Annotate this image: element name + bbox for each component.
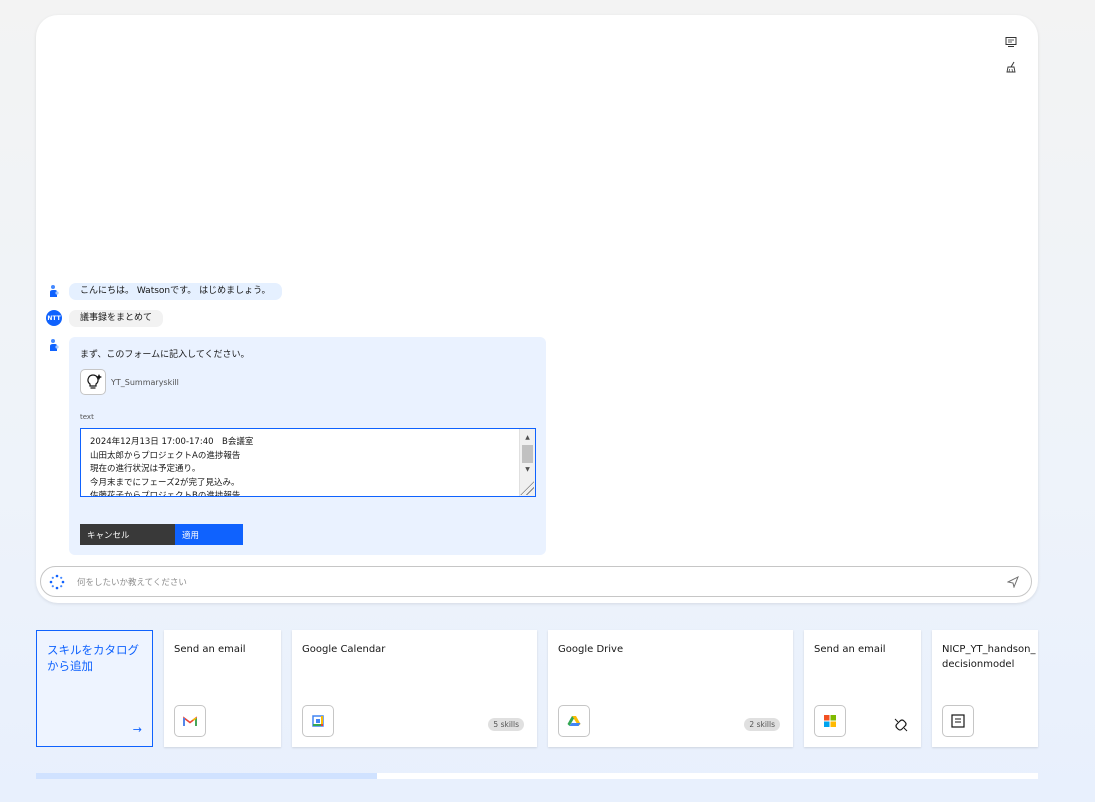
scroll-up-arrow-icon[interactable]: ▲ — [520, 431, 535, 443]
watson-avatar-icon — [46, 283, 62, 299]
scroll-down-arrow-icon[interactable]: ▼ — [520, 463, 535, 475]
catalog-scrollbar[interactable] — [36, 773, 1038, 779]
user-message: 議事録をまとめて — [69, 310, 164, 327]
add-skill-label: スキルをカタログから追加 — [47, 643, 139, 673]
lightbulb-icon — [80, 369, 106, 395]
skills-count-badge: 5 skills — [488, 718, 524, 731]
skill-tile-title: Send an email — [174, 644, 246, 655]
skill-tile-gmail[interactable]: Send an email — [164, 630, 281, 747]
disconnected-link-icon — [894, 718, 908, 732]
resize-handle-icon[interactable] — [520, 481, 534, 495]
skill-tile-outlook[interactable]: Send an email — [804, 630, 921, 747]
clear-chat-icon[interactable] — [1004, 60, 1018, 74]
skill-tile-decisionmodel[interactable]: NICP_YT_handson_ decisionmodel — [932, 630, 1038, 747]
chat-panel: こんにちは。 Watsonです。 はじめましょう。 NTT 議事録をまとめて ま… — [36, 15, 1038, 603]
message-row: NTT 議事録をまとめて — [46, 310, 164, 327]
form-intro-text: まず、このフォームに記入してください。 — [80, 350, 250, 360]
bot-message: こんにちは。 Watsonです。 はじめましょう。 — [69, 283, 282, 300]
google-calendar-icon — [302, 705, 334, 737]
skills-count-badge: 2 skills — [744, 718, 780, 731]
arrow-right-icon: → — [132, 723, 142, 736]
text-field[interactable]: 2024年12月13日 17:00-17:40 B会議室 山田太郎からプロジェク… — [80, 428, 536, 497]
watson-avatar-icon — [46, 337, 62, 353]
scroll-thumb[interactable] — [522, 445, 533, 463]
chat-input[interactable]: 何をしたいか教えてください — [40, 566, 1032, 597]
user-avatar: NTT — [46, 310, 62, 326]
text-field-value[interactable]: 2024年12月13日 17:00-17:40 B会議室 山田太郎からプロジェク… — [90, 436, 253, 496]
chat-input-placeholder[interactable]: 何をしたいか教えてください — [77, 576, 1007, 588]
skill-tile-title: NICP_YT_handson_ decisionmodel — [942, 644, 1036, 670]
skill-name: YT_Summaryskill — [111, 378, 179, 387]
cancel-button[interactable]: キャンセル — [80, 524, 175, 545]
gmail-icon — [174, 705, 206, 737]
message-row: こんにちは。 Watsonです。 はじめましょう。 — [46, 283, 282, 300]
google-drive-icon — [558, 705, 590, 737]
microsoft-icon — [814, 705, 846, 737]
send-icon[interactable] — [1007, 575, 1019, 588]
skill-tile-title: Send an email — [814, 644, 886, 655]
message-row: まず、このフォームに記入してください。 YT_Summaryskill text… — [46, 337, 546, 555]
apply-button[interactable]: 適用 — [175, 524, 243, 545]
watson-dots-icon — [49, 574, 65, 589]
field-label: text — [80, 413, 94, 421]
skill-form-card: まず、このフォームに記入してください。 YT_Summaryskill text… — [69, 337, 546, 555]
add-skill-from-catalog-tile[interactable]: スキルをカタログから追加 → — [36, 630, 153, 747]
skill-tile-google-calendar[interactable]: Google Calendar 5 skills — [292, 630, 537, 747]
skill-tile-title: Google Drive — [558, 644, 624, 655]
skill-tile-google-drive[interactable]: Google Drive 2 skills — [548, 630, 793, 747]
skill-tile-title: Google Calendar — [302, 644, 386, 655]
decision-model-icon — [942, 705, 974, 737]
notes-icon[interactable] — [1004, 35, 1018, 49]
catalog-scroll-thumb[interactable] — [36, 773, 377, 779]
